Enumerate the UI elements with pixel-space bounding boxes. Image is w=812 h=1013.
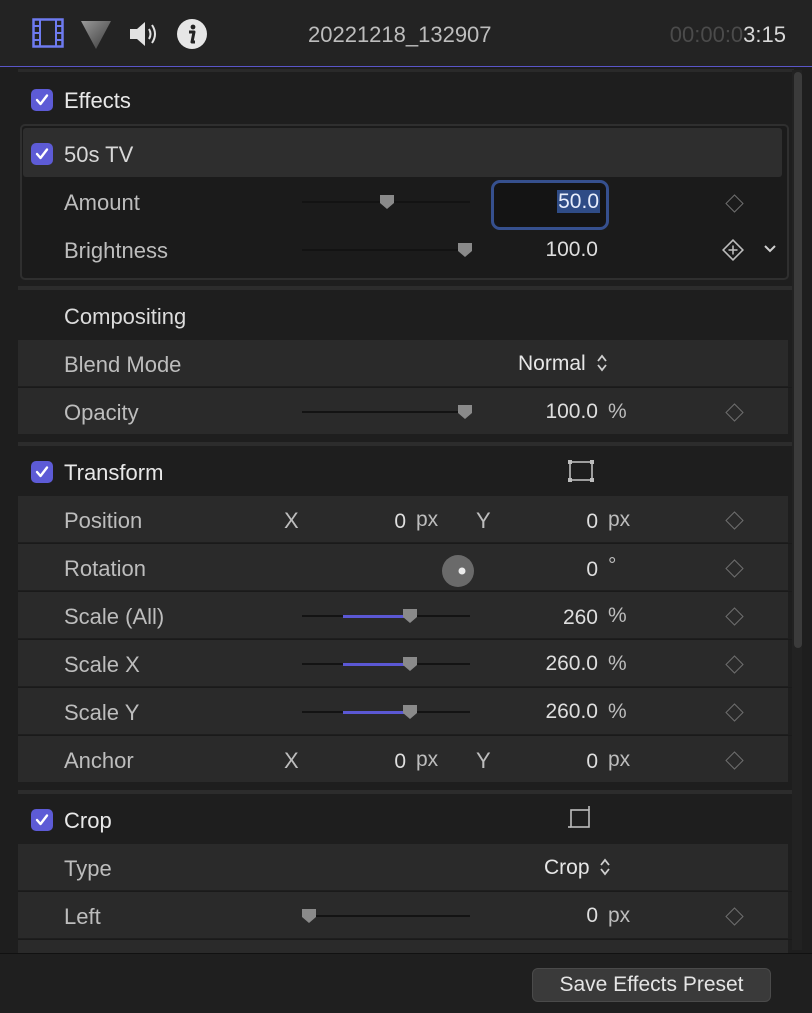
blend-mode-value: Normal xyxy=(518,352,586,375)
scrollbar-thumb[interactable] xyxy=(794,72,802,648)
timecode: 00:00:03:15 xyxy=(670,22,786,48)
scale-all-slider-knob[interactable] xyxy=(401,607,419,625)
transform-title: Transform xyxy=(64,460,164,485)
scale-y-value[interactable]: 260.0 xyxy=(498,700,598,724)
anchor-y-label: Y xyxy=(476,748,491,773)
color-inspector-tab[interactable] xyxy=(80,18,112,56)
position-x-value[interactable]: 0 xyxy=(346,510,406,534)
scale-all-value[interactable]: 260 xyxy=(498,606,598,630)
crop-onscreen-controls-icon[interactable] xyxy=(567,804,595,832)
crop-left-slider-track[interactable] xyxy=(302,915,470,917)
opacity-slider-knob[interactable] xyxy=(456,403,474,421)
effect-50s-tv-header xyxy=(23,128,782,177)
position-label: Position xyxy=(64,508,143,533)
film-icon xyxy=(32,18,64,48)
add-keyframe-icon[interactable] xyxy=(722,239,744,261)
50s-tv-checkbox[interactable] xyxy=(31,143,53,165)
scale-x-label: Scale X xyxy=(64,652,140,677)
crop-checkbox[interactable] xyxy=(31,809,53,831)
scale-all-slider-fill xyxy=(343,615,409,618)
inspector-scroll-area[interactable]: Effects 50s TV Amount 50.0 Brightness 10… xyxy=(6,67,812,953)
speaker-icon xyxy=(130,22,156,46)
scale-x-unit: % xyxy=(608,652,627,675)
position-x-label: X xyxy=(284,508,299,533)
checkmark-icon xyxy=(35,94,49,106)
effects-checkbox[interactable] xyxy=(31,89,53,111)
rotation-dial[interactable] xyxy=(441,554,475,588)
scale-y-label: Scale Y xyxy=(64,700,140,725)
position-y-label: Y xyxy=(476,508,491,533)
brightness-label: Brightness xyxy=(64,238,168,263)
position-x-unit: px xyxy=(416,508,439,531)
anchor-y-unit: px xyxy=(608,748,631,771)
scale-x-value[interactable]: 260.0 xyxy=(498,652,598,676)
scale-y-slider-knob[interactable] xyxy=(401,703,419,721)
transform-checkbox[interactable] xyxy=(31,461,53,483)
scale-y-slider-fill xyxy=(343,711,409,714)
50s-tv-title: 50s TV xyxy=(64,142,134,167)
crop-left-value[interactable]: 0 xyxy=(538,904,598,928)
rotation-value[interactable]: 0 xyxy=(538,558,598,582)
checkmark-icon xyxy=(35,148,49,160)
rotation-label: Rotation xyxy=(64,556,146,581)
crop-type-label: Type xyxy=(64,856,112,881)
scale-y-unit: % xyxy=(608,700,627,723)
inspector-header: 20221218_132907 00:00:03:15 xyxy=(0,0,812,67)
scale-x-slider-knob[interactable] xyxy=(401,655,419,673)
info-icon xyxy=(177,19,207,49)
crop-left-label: Left xyxy=(64,904,101,929)
amount-label: Amount xyxy=(64,190,140,215)
brightness-value[interactable]: 100.0 xyxy=(498,238,598,262)
opacity-slider-track[interactable] xyxy=(302,411,470,413)
info-inspector-tab[interactable] xyxy=(176,18,208,56)
opacity-unit: % xyxy=(608,400,627,423)
crop-type-row xyxy=(18,844,788,890)
clip-name: 20221218_132907 xyxy=(308,22,492,47)
crop-type-popup[interactable]: Crop xyxy=(544,856,611,880)
color-triangle-icon xyxy=(81,21,111,49)
crop-next-row xyxy=(18,940,788,953)
timecode-dim: 00:00:0 xyxy=(669,22,744,47)
transform-onscreen-controls-icon[interactable] xyxy=(567,459,595,483)
up-down-chevron-icon xyxy=(596,354,607,372)
anchor-x-unit: px xyxy=(416,748,439,771)
checkmark-icon xyxy=(35,814,49,826)
crop-type-value: Crop xyxy=(544,856,590,879)
amount-value[interactable]: 50.0 xyxy=(500,190,600,214)
rotation-unit: ° xyxy=(608,554,617,577)
opacity-value[interactable]: 100.0 xyxy=(498,400,598,424)
compositing-title: Compositing xyxy=(64,304,187,329)
position-y-unit: px xyxy=(608,508,631,531)
crop-left-slider-knob[interactable] xyxy=(300,907,318,925)
effects-title: Effects xyxy=(64,88,131,113)
save-effects-preset-button[interactable]: Save Effects Preset xyxy=(532,968,771,1002)
position-y-value[interactable]: 0 xyxy=(538,510,598,534)
anchor-x-label: X xyxy=(284,748,299,773)
scale-x-slider-fill xyxy=(343,663,409,666)
up-down-chevron-icon xyxy=(600,858,611,876)
scale-all-unit: % xyxy=(608,604,627,627)
brightness-slider-knob[interactable] xyxy=(456,241,474,259)
opacity-label: Opacity xyxy=(64,400,139,425)
checkmark-icon xyxy=(35,466,49,478)
anchor-x-value[interactable]: 0 xyxy=(346,750,406,774)
amount-slider-knob[interactable] xyxy=(378,193,396,211)
blend-mode-popup[interactable]: Normal xyxy=(518,352,608,376)
audio-inspector-tab[interactable] xyxy=(128,20,160,54)
chevron-down-icon[interactable] xyxy=(763,243,777,255)
crop-left-unit: px xyxy=(608,904,631,927)
anchor-label: Anchor xyxy=(64,748,134,773)
brightness-slider-track[interactable] xyxy=(302,249,470,251)
video-inspector-tab[interactable] xyxy=(32,18,64,54)
amount-value-text: 50.0 xyxy=(557,190,600,213)
anchor-y-value[interactable]: 0 xyxy=(538,750,598,774)
scale-all-label: Scale (All) xyxy=(64,604,165,629)
blend-mode-label: Blend Mode xyxy=(64,352,182,377)
crop-title: Crop xyxy=(64,808,112,833)
timecode-bright: 3:15 xyxy=(743,22,786,47)
